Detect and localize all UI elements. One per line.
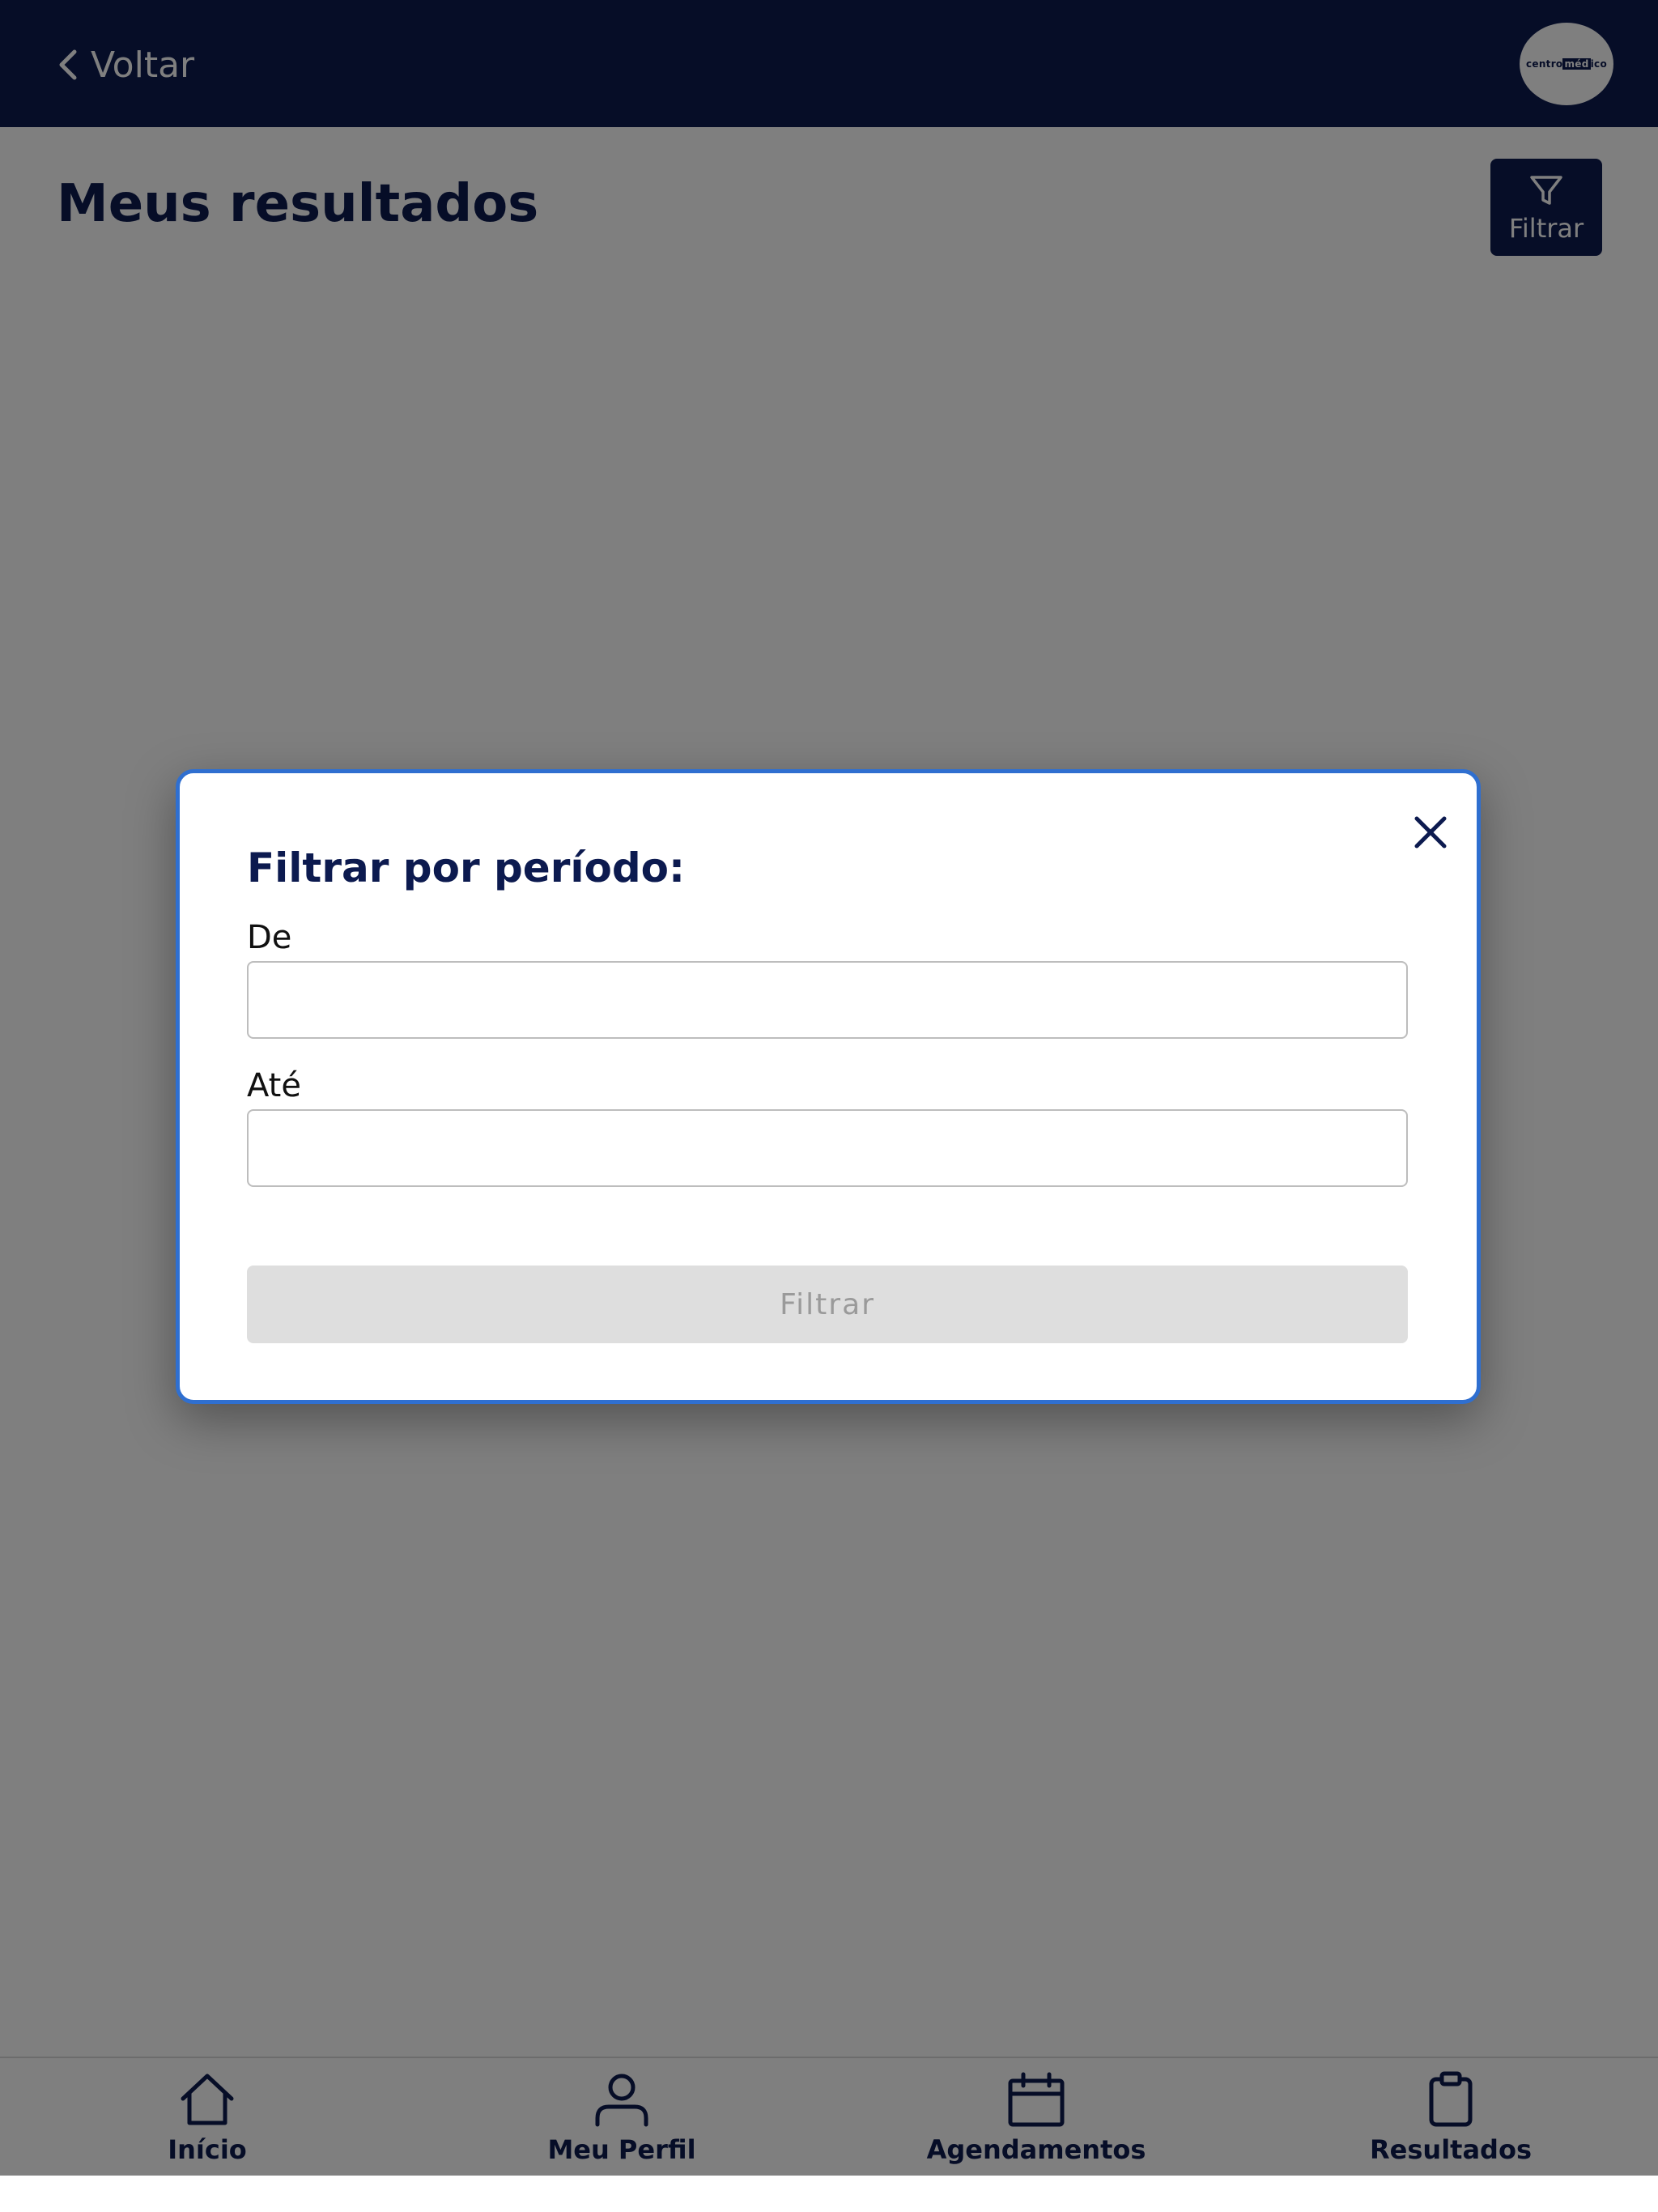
- to-date-input[interactable]: [247, 1109, 1408, 1187]
- close-button[interactable]: [1402, 804, 1459, 861]
- modal-title: Filtrar por período:: [247, 844, 685, 891]
- from-date-input[interactable]: [247, 961, 1408, 1039]
- close-icon: [1414, 816, 1447, 849]
- filter-modal: Filtrar por período: De Até Filtrar: [176, 769, 1481, 1404]
- to-date-label: Até: [247, 1067, 301, 1104]
- from-date-label: De: [247, 919, 292, 956]
- filter-submit-button[interactable]: Filtrar: [247, 1266, 1408, 1343]
- app-screen: Voltar centromédico Meus resultados Filt…: [0, 0, 1658, 2212]
